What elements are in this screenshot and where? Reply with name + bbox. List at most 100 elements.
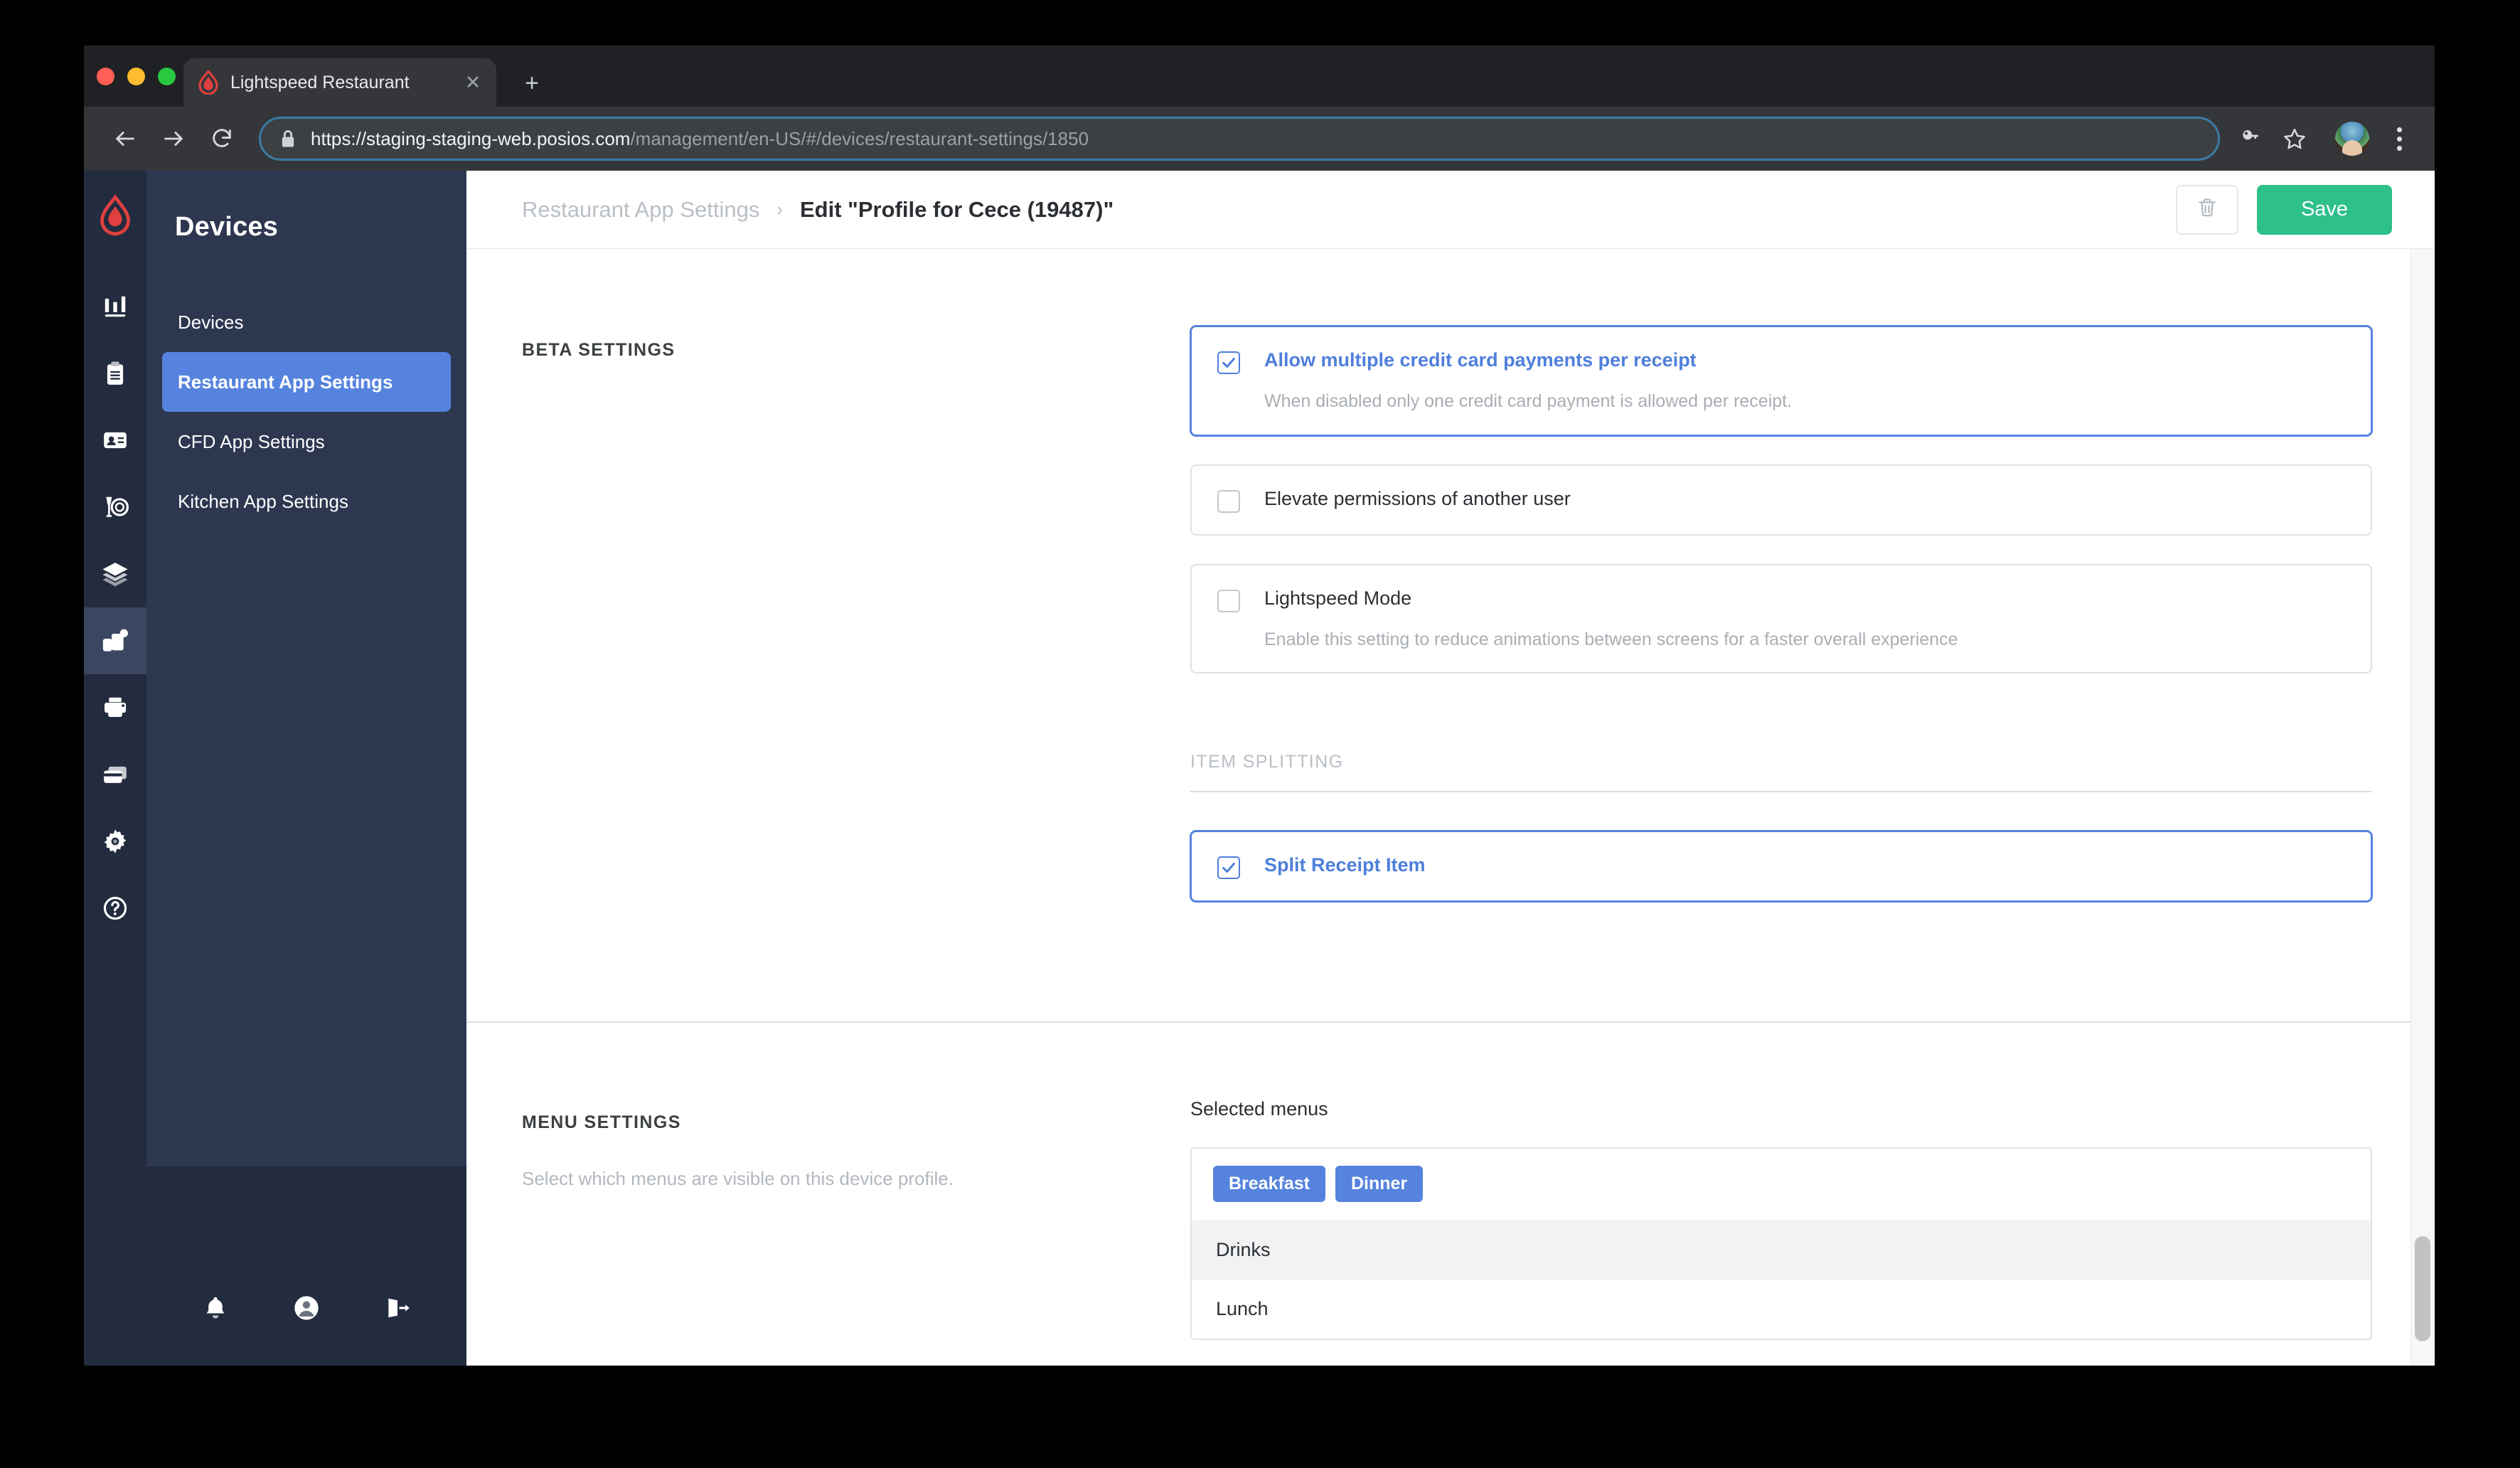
settings-scroll-area: BETA SETTINGS Allow multiple credit card [466, 249, 2435, 1366]
back-arrow-icon[interactable] [105, 119, 145, 159]
sidebar-item-cfd-app-settings[interactable]: CFD App Settings [162, 412, 451, 472]
reload-icon[interactable] [202, 119, 242, 159]
setting-label: Split Receipt Item [1264, 854, 1426, 876]
sidebar-rail-reports-icon[interactable] [84, 273, 146, 340]
checkbox-allow-multiple-credit-card-payments[interactable] [1217, 351, 1240, 374]
menu-settings-section: MENU SETTINGS Select which menus are vis… [466, 1023, 2435, 1340]
sidebar-item-kitchen-app-settings[interactable]: Kitchen App Settings [162, 472, 451, 531]
sidebar-rail-customer-card-icon[interactable] [84, 407, 146, 474]
sidebar-rail-glass-plate-icon[interactable] [84, 474, 146, 541]
logout-icon[interactable] [384, 1294, 411, 1321]
sidebar-item-label: Restaurant App Settings [178, 371, 393, 393]
save-button-label: Save [2300, 198, 2349, 220]
menu-option-drinks[interactable]: Drinks [1192, 1220, 2371, 1280]
sidebar-item-label: CFD App Settings [178, 430, 325, 452]
setting-label: Elevate permissions of another user [1264, 487, 1571, 509]
sidebar-item-list: Devices Restaurant App Settings CFD App … [146, 292, 466, 531]
breadcrumb-separator-icon: › [776, 198, 783, 220]
lock-icon [279, 129, 297, 149]
delete-button[interactable] [2176, 184, 2238, 235]
icon-rail [84, 171, 146, 1366]
sidebar-rail-help-circle-icon[interactable] [84, 875, 146, 942]
sidebar-item-restaurant-app-settings[interactable]: Restaurant App Settings [162, 352, 451, 412]
sidebar-bottom-fill [146, 1166, 466, 1248]
setting-card-split-receipt-item[interactable]: Split Receipt Item [1190, 831, 2372, 902]
setting-card-lightspeed-mode[interactable]: Lightspeed Mode Enable this setting to r… [1190, 563, 2372, 674]
item-splitting-right-column: ITEM SPLITTING Split Receipt Item [1190, 752, 2372, 930]
sidebar-rail-payment-card-icon[interactable] [84, 741, 146, 808]
lightspeed-flame-favicon [198, 70, 218, 95]
menus-multiselect[interactable]: Breakfast Dinner Drinks Lunch [1190, 1147, 2372, 1340]
content-scrollbar-thumb[interactable] [2415, 1236, 2430, 1341]
address-bar-url: https://staging-staging-web.posios.com/m… [311, 128, 1089, 150]
key-icon[interactable] [2231, 119, 2270, 158]
new-tab-button[interactable]: + [518, 71, 546, 95]
url-origin: https://staging-staging-web.posios.com [311, 127, 631, 149]
sidebar-rail-gear-icon[interactable] [84, 808, 146, 875]
checkbox-split-receipt-item[interactable] [1217, 856, 1240, 879]
breadcrumb-parent-link[interactable]: Restaurant App Settings [522, 197, 759, 223]
sidebar-item-label: Devices [178, 311, 244, 333]
item-splitting-left-column [522, 752, 1190, 930]
user-avatar-icon[interactable] [292, 1294, 321, 1322]
checkbox-lightspeed-mode[interactable] [1217, 589, 1240, 612]
page-viewport: Devices Devices Restaurant App Settings … [84, 171, 2435, 1366]
sidebar-rail-clipboard-icon[interactable] [84, 340, 146, 407]
beta-settings-label: BETA SETTINGS [522, 340, 676, 360]
item-splitting-label: ITEM SPLITTING [1190, 752, 2372, 792]
sidebar-subnav: Devices Devices Restaurant App Settings … [146, 171, 466, 1366]
beta-settings-left-column: BETA SETTINGS [522, 326, 1190, 702]
kebab-menu-icon[interactable] [2385, 127, 2413, 151]
menu-option-lunch[interactable]: Lunch [1192, 1280, 2371, 1339]
selected-menu-chips: Breakfast Dinner [1192, 1149, 2371, 1220]
toolbar-actions [2231, 119, 2413, 158]
setting-label: Lightspeed Mode [1264, 587, 1412, 609]
save-button[interactable]: Save [2257, 184, 2392, 235]
lightspeed-logo-icon [100, 195, 130, 236]
menu-settings-right-column: Selected menus Breakfast Dinner Drinks L… [1190, 1098, 2372, 1340]
item-splitting-section: ITEM SPLITTING Split Receipt Item [466, 752, 2435, 930]
sidebar-rail-layers-icon[interactable] [84, 541, 146, 607]
sidebar-item-label: Kitchen App Settings [178, 490, 348, 512]
menu-settings-description: Select which menus are visible on this d… [522, 1168, 954, 1189]
sidebar-item-devices[interactable]: Devices [162, 292, 451, 352]
sidebar-rail-printer-icon[interactable] [84, 674, 146, 741]
setting-card-row: Lightspeed Mode [1217, 587, 2345, 612]
menu-settings-label: MENU SETTINGS [522, 1112, 681, 1132]
forward-arrow-icon[interactable] [154, 119, 193, 159]
url-path: /management/en-US/#/devices/restaurant-s… [630, 127, 1089, 149]
profile-avatar-icon[interactable] [2335, 122, 2369, 156]
setting-description: Enable this setting to reduce animations… [1264, 629, 1958, 649]
checkbox-elevate-permissions[interactable] [1217, 489, 1240, 513]
close-tab-icon[interactable]: ✕ [462, 73, 484, 92]
setting-label: Allow multiple credit card payments per … [1264, 349, 1697, 371]
address-bar[interactable]: https://staging-staging-web.posios.com/m… [259, 117, 2220, 161]
minimize-window-button[interactable] [127, 68, 145, 85]
setting-description: When disabled only one credit card payme… [1264, 391, 1793, 411]
browser-tab-title: Lightspeed Restaurant [230, 72, 410, 92]
menu-chip-dinner[interactable]: Dinner [1335, 1166, 1424, 1202]
setting-card-elevate-permissions[interactable]: Elevate permissions of another user [1190, 464, 2372, 536]
page-header: Restaurant App Settings › Edit "Profile … [466, 171, 2435, 249]
content-scrollbar-track[interactable] [2410, 249, 2435, 1366]
maximize-window-button[interactable] [158, 68, 176, 85]
setting-card-row: Split Receipt Item [1217, 853, 2345, 879]
browser-tab-strip: Lightspeed Restaurant ✕ + [84, 46, 2435, 107]
window-controls [97, 68, 176, 85]
setting-card-row: Elevate permissions of another user [1217, 487, 2345, 513]
menu-chip-breakfast[interactable]: Breakfast [1213, 1166, 1325, 1202]
beta-settings-section: BETA SETTINGS Allow multiple credit card [466, 249, 2435, 702]
bell-icon[interactable] [202, 1294, 229, 1321]
close-window-button[interactable] [97, 68, 114, 85]
beta-settings-cards: Allow multiple credit card payments per … [1190, 326, 2372, 702]
browser-toolbar: https://staging-staging-web.posios.com/m… [84, 107, 2435, 171]
sidebar-rail-devices-icon[interactable] [84, 607, 146, 674]
setting-card-allow-multiple-credit-card-payments[interactable]: Allow multiple credit card payments per … [1190, 326, 2372, 436]
sidebar-footer [146, 1248, 466, 1366]
sidebar-title: Devices [175, 212, 279, 242]
selected-menus-label: Selected menus [1190, 1098, 1328, 1119]
browser-tab[interactable]: Lightspeed Restaurant ✕ [183, 58, 496, 107]
breadcrumb: Restaurant App Settings › Edit "Profile … [522, 197, 2176, 223]
browser-window: Lightspeed Restaurant ✕ + https://stagin… [84, 46, 2435, 1366]
star-icon[interactable] [2275, 119, 2314, 158]
